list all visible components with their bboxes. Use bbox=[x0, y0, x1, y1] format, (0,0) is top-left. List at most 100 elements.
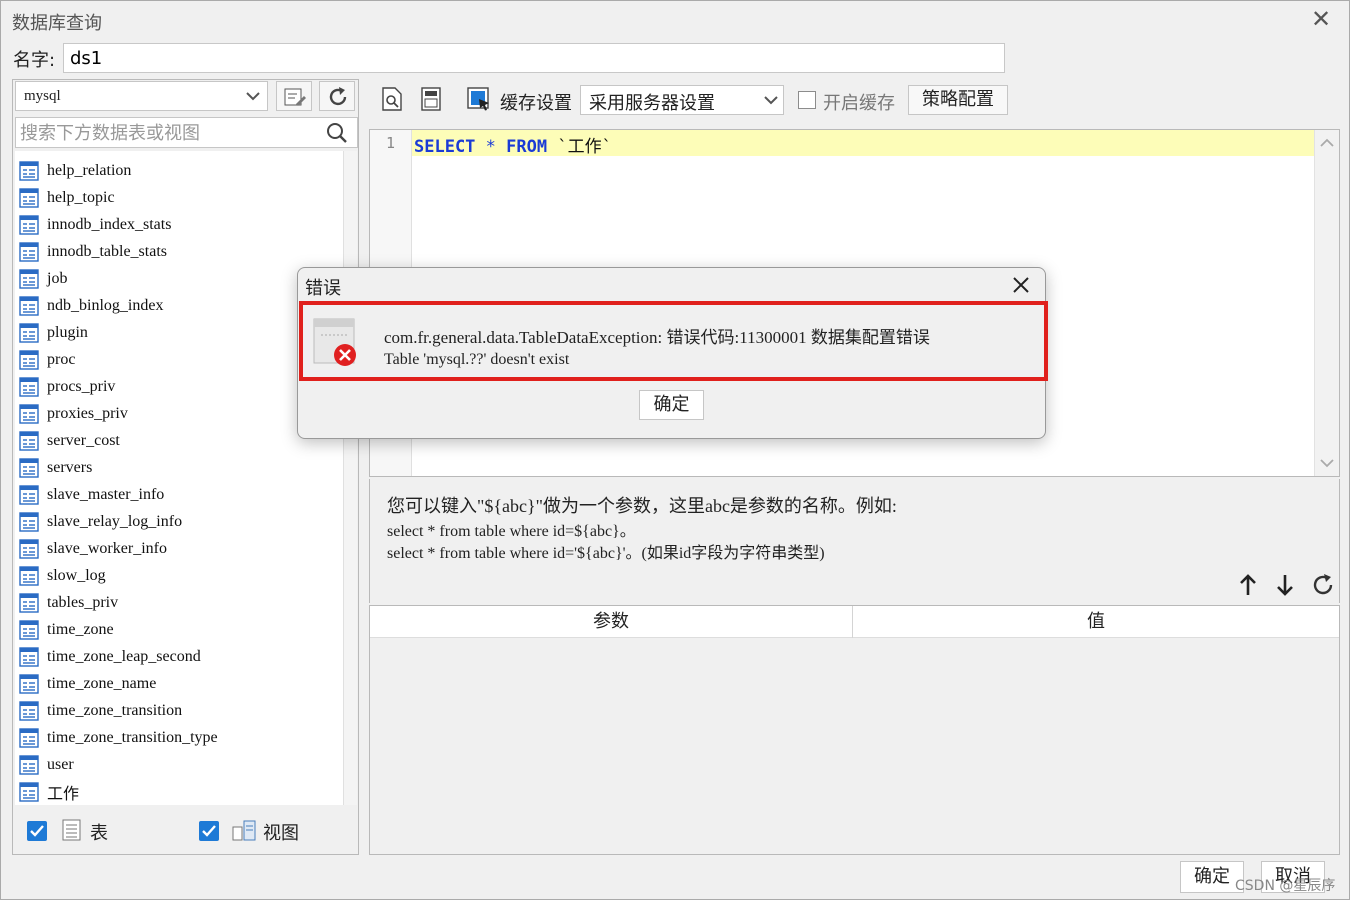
refresh-icon bbox=[329, 87, 347, 106]
database-select[interactable]: mysql bbox=[15, 81, 268, 111]
table-list-item-label: help_topic bbox=[47, 188, 115, 206]
table-list-item[interactable]: job bbox=[19, 265, 67, 292]
refresh-tables-button[interactable] bbox=[319, 81, 355, 111]
table-list-item[interactable]: procs_priv bbox=[19, 373, 115, 400]
chevron-down-icon bbox=[764, 96, 778, 105]
table-icon bbox=[19, 538, 39, 559]
table-icon bbox=[19, 565, 39, 586]
code-keyword: SELECT bbox=[414, 137, 476, 157]
table-list-item[interactable]: server_cost bbox=[19, 427, 120, 454]
editor-scrollbar[interactable] bbox=[1314, 130, 1339, 476]
name-input[interactable] bbox=[63, 43, 1005, 73]
table-list-scrollbar[interactable] bbox=[343, 151, 357, 805]
table-list-item[interactable]: slow_log bbox=[19, 562, 106, 589]
window-title: 数据库查询 bbox=[12, 13, 102, 34]
table-list-item[interactable]: ndb_binlog_index bbox=[19, 292, 163, 319]
code-keyword: FROM bbox=[506, 137, 548, 157]
table-list-item[interactable]: time_zone bbox=[19, 616, 114, 643]
table-list-item[interactable]: time_zone_transition bbox=[19, 697, 182, 724]
filter-view-label: 视图 bbox=[263, 823, 299, 844]
checkmark-icon bbox=[202, 825, 216, 837]
table-list-item[interactable]: time_zone_name bbox=[19, 670, 156, 697]
table-list: help_relation help_topic innodb_index_stat… bbox=[15, 151, 343, 805]
table-list-item[interactable]: innodb_table_stats bbox=[19, 238, 167, 265]
table-icon bbox=[19, 457, 39, 478]
database-select-value: mysql bbox=[24, 88, 61, 104]
table-icon bbox=[19, 484, 39, 505]
filter-view-checkbox[interactable] bbox=[199, 821, 219, 841]
error-message-line: Table 'mysql.??' doesn't exist bbox=[384, 351, 570, 368]
table-icon bbox=[19, 727, 39, 748]
edit-datasource-icon bbox=[284, 88, 306, 106]
table-list-item-label: time_zone_leap_second bbox=[47, 647, 201, 665]
cache-settings-icon[interactable] bbox=[467, 87, 491, 111]
table-icon bbox=[19, 187, 39, 208]
hint-example: select * from table where id=${abc}。 bbox=[387, 523, 636, 540]
edit-datasource-button[interactable] bbox=[276, 81, 312, 111]
error-dialog-title: 错误 bbox=[305, 278, 341, 299]
table-icon bbox=[19, 295, 39, 316]
strategy-config-button[interactable]: 策略配置 bbox=[908, 85, 1008, 115]
table-icon bbox=[19, 673, 39, 694]
table-list-item[interactable]: slave_relay_log_info bbox=[19, 508, 182, 535]
enable-cache-checkbox[interactable] bbox=[798, 91, 816, 109]
table-list-item[interactable]: proxies_priv bbox=[19, 400, 128, 427]
table-icon bbox=[19, 349, 39, 370]
scroll-up-icon[interactable] bbox=[1320, 138, 1334, 148]
refresh-params-icon[interactable] bbox=[1311, 573, 1335, 597]
filter-table-label: 表 bbox=[90, 823, 108, 844]
hint-text: 您可以键入"${abc}"做为一个参数，这里abc是参数的名称。例如: bbox=[387, 496, 897, 516]
table-list-item-label: slow_log bbox=[47, 566, 106, 584]
preview-icon[interactable] bbox=[381, 87, 403, 111]
table-icon bbox=[19, 781, 39, 802]
table-search-input[interactable] bbox=[20, 121, 320, 145]
table-icon bbox=[19, 430, 39, 451]
table-icon bbox=[19, 592, 39, 613]
table-search-box bbox=[15, 117, 358, 148]
table-list-item[interactable]: slave_worker_info bbox=[19, 535, 167, 562]
table-list-item[interactable]: proc bbox=[19, 346, 75, 373]
arrow-down-icon[interactable] bbox=[1275, 573, 1295, 597]
table-list-item-label: proxies_priv bbox=[47, 404, 128, 422]
error-dialog-ok-button[interactable]: 确定 bbox=[639, 390, 704, 420]
table-icon bbox=[19, 754, 39, 775]
table-list-item[interactable]: help_relation bbox=[19, 157, 131, 184]
table-list-item-label: time_zone_transition bbox=[47, 701, 183, 719]
table-list-item-label: user bbox=[47, 755, 74, 773]
table-list-item-label: job bbox=[47, 269, 68, 287]
table-list-item[interactable]: user bbox=[19, 751, 74, 778]
table-list-item[interactable]: plugin bbox=[19, 319, 88, 346]
table-list-item-label: innodb_index_stats bbox=[47, 215, 172, 233]
table-list-item-label: ndb_binlog_index bbox=[47, 296, 164, 314]
table-list-item-label: servers bbox=[47, 458, 93, 476]
table-icon bbox=[19, 646, 39, 667]
table-list-item-label: procs_priv bbox=[47, 377, 116, 395]
code-line[interactable]: SELECT * FROM `工作` bbox=[414, 132, 612, 157]
arrow-up-icon[interactable] bbox=[1238, 573, 1258, 597]
column-header-param[interactable]: 参数 bbox=[370, 606, 853, 638]
close-icon[interactable] bbox=[1010, 274, 1032, 296]
cache-mode-select[interactable]: 采用服务器设置 bbox=[580, 85, 784, 115]
table-list-item[interactable]: 工作 bbox=[19, 778, 79, 805]
table-list-item[interactable]: slave_master_info bbox=[19, 481, 164, 508]
table-list-item[interactable]: help_topic bbox=[19, 184, 115, 211]
sql-icon[interactable] bbox=[420, 87, 442, 111]
table-list-item-label: time_zone_transition_type bbox=[47, 728, 218, 746]
cache-mode-select-value: 采用服务器设置 bbox=[589, 93, 715, 114]
table-list-item[interactable]: time_zone_leap_second bbox=[19, 643, 201, 670]
table-list-item[interactable]: tables_priv bbox=[19, 589, 118, 616]
table-list-item-label: tables_priv bbox=[47, 593, 119, 611]
table-type-icon bbox=[62, 819, 81, 841]
table-list-item-label: server_cost bbox=[47, 431, 120, 449]
cache-settings-label: 缓存设置 bbox=[500, 93, 572, 114]
scroll-down-icon[interactable] bbox=[1320, 458, 1334, 468]
filter-table-checkbox[interactable] bbox=[27, 821, 47, 841]
column-header-value[interactable]: 值 bbox=[854, 606, 1338, 638]
table-icon bbox=[19, 160, 39, 181]
table-list-item[interactable]: servers bbox=[19, 454, 92, 481]
search-icon[interactable] bbox=[326, 122, 348, 144]
table-list-item[interactable]: innodb_index_stats bbox=[19, 211, 171, 238]
table-list-item[interactable]: time_zone_transition_type bbox=[19, 724, 218, 751]
parameter-table: 参数 值 bbox=[369, 605, 1340, 855]
window-close-icon[interactable]: ✕ bbox=[1309, 7, 1333, 31]
